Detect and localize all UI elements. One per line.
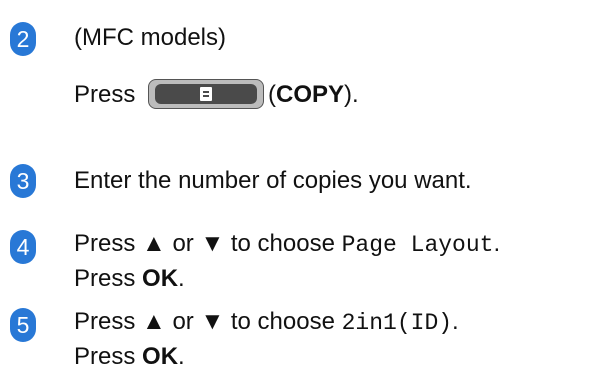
step-number-badge: 5: [10, 308, 36, 342]
period: .: [178, 343, 185, 370]
copy-icon: [200, 86, 213, 101]
ok-label: OK: [142, 343, 179, 370]
paren-close: ).: [344, 81, 359, 108]
step-number-badge: 3: [10, 164, 36, 198]
press-text: Press: [74, 265, 136, 292]
period: .: [178, 265, 185, 292]
step-5-line-2: Press OK.: [74, 340, 601, 374]
step-number-badge: 2: [10, 22, 36, 56]
step-2-line-1: (MFC models): [74, 24, 227, 51]
press-text: Press: [74, 81, 136, 108]
step-4-line-1: Press ▲ or ▼ to choose Page Layout.: [74, 227, 601, 262]
copy-label: COPY: [276, 81, 345, 108]
copy-button-face: [155, 83, 258, 104]
step-4-line-2: Press OK.: [74, 262, 601, 296]
choose-instruction: Press ▲ or ▼ to choose: [74, 308, 335, 335]
period: .: [452, 308, 459, 335]
step-3-line-1: Enter the number of copies you want.: [74, 167, 472, 194]
choose-instruction: Press ▲ or ▼ to choose: [74, 230, 335, 257]
menu-option-2in1-id: 2in1(ID): [341, 310, 453, 336]
paren-open: (: [268, 81, 277, 108]
period: .: [493, 230, 501, 257]
step-2-line-2: Press (COPY).: [74, 75, 601, 115]
ok-label: OK: [142, 265, 179, 292]
step-number-badge: 4: [10, 230, 36, 264]
step-5-line-1: Press ▲ or ▼ to choose 2in1(ID).: [74, 305, 601, 340]
menu-option-page-layout: Page Layout: [341, 232, 494, 258]
copy-button[interactable]: [148, 78, 265, 109]
press-text: Press: [74, 343, 136, 370]
